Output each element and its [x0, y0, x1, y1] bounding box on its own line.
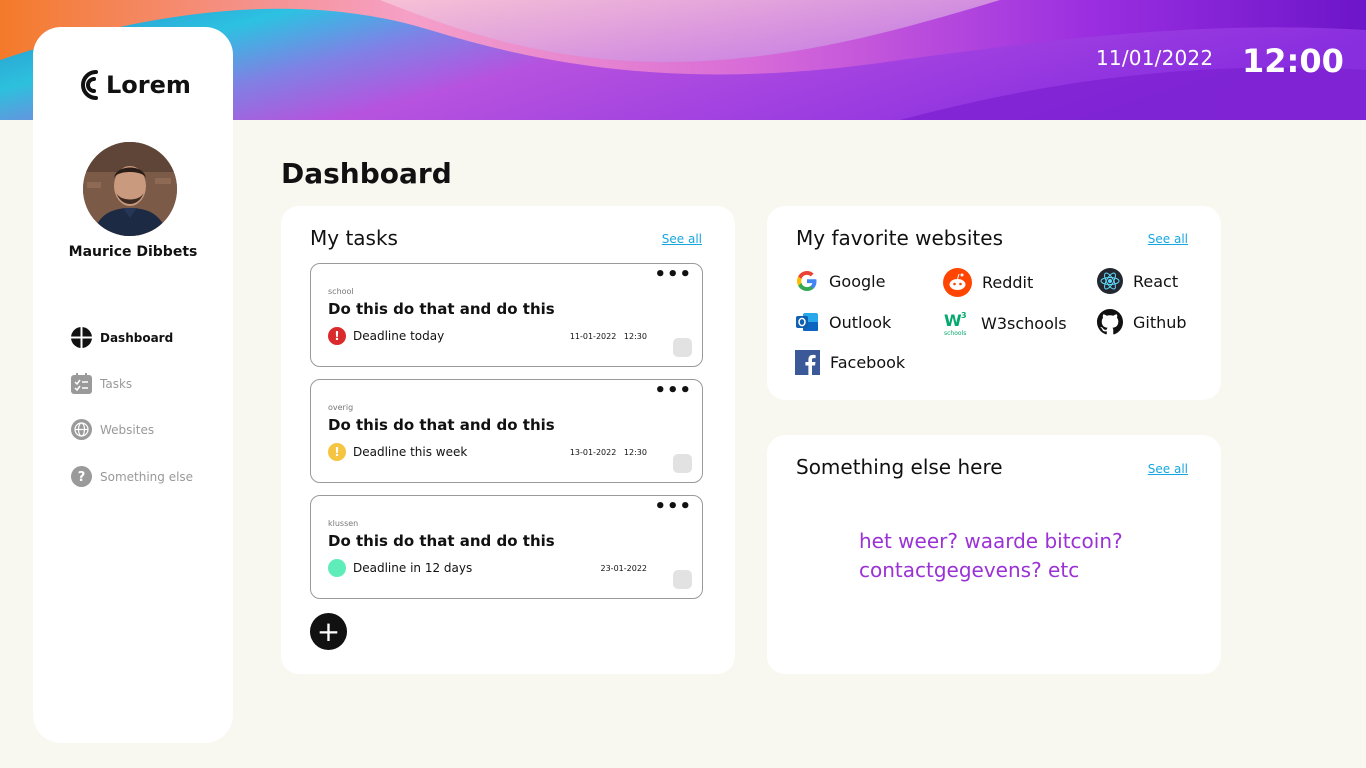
websites-see-all-link[interactable]: See all: [1148, 232, 1188, 246]
task-deadline: ! Deadline today: [328, 327, 444, 345]
alert-icon: !: [328, 327, 346, 345]
task-category: klussen: [328, 519, 359, 528]
svg-text:?: ?: [78, 470, 86, 485]
task-checkbox[interactable]: [673, 338, 692, 357]
page-title: Dashboard: [281, 157, 452, 190]
tasks-icon: [71, 373, 92, 394]
site-link-github[interactable]: Github: [1097, 309, 1187, 335]
websites-card: My favorite websites See all Google Redd…: [767, 206, 1221, 400]
task-checkbox[interactable]: [673, 570, 692, 589]
tasks-see-all-link[interactable]: See all: [662, 232, 702, 246]
task-title: Do this do that and do this: [328, 532, 555, 550]
nav-item-label: Something else: [100, 469, 194, 484]
nav-item-label: Websites: [100, 422, 155, 437]
brand-logo[interactable]: Lorem: [78, 68, 191, 102]
site-link-outlook[interactable]: Outlook: [795, 310, 891, 334]
site-link-facebook[interactable]: Facebook: [795, 350, 905, 375]
dashboard-icon: [71, 327, 92, 348]
w3schools-icon: W 3 schools: [944, 311, 967, 336]
task-deadline-label: Deadline in 12 days: [353, 561, 473, 575]
google-icon: [797, 271, 817, 291]
site-label: Google: [829, 271, 886, 291]
something-else-card-title: Something else here: [796, 455, 1003, 479]
task-deadline: Deadline in 12 days: [328, 559, 472, 577]
task-checkbox[interactable]: [673, 454, 692, 473]
outlook-icon: [796, 313, 818, 331]
nav-item-label: Tasks: [100, 376, 133, 391]
avatar-image: [83, 142, 177, 236]
nav-item-label: Dashboard: [100, 330, 174, 345]
nav-item-websites[interactable]: Websites: [71, 419, 154, 440]
task-due-date: 11-01-2022 12:30: [569, 332, 647, 341]
logo-icon: [81, 70, 98, 100]
task-due-date: 13-01-2022 12:30: [569, 448, 647, 457]
site-link-google[interactable]: Google: [795, 269, 885, 293]
websites-card-title: My favorite websites: [796, 226, 1004, 250]
github-icon: [1097, 309, 1123, 335]
task-title: Do this do that and do this: [328, 416, 555, 434]
tasks-card-title: My tasks: [310, 226, 398, 250]
site-link-reddit[interactable]: Reddit: [943, 268, 1033, 297]
tasks-card: My tasks See all school Do this do that …: [281, 206, 735, 674]
task-card[interactable]: school Do this do that and do this ! Dea…: [310, 263, 703, 367]
task-deadline-label: Deadline today: [353, 329, 445, 343]
reddit-icon: [943, 268, 972, 297]
add-task-button[interactable]: +: [310, 613, 347, 650]
nav-item-something-else[interactable]: ? Something else: [71, 466, 193, 487]
svg-text:3: 3: [961, 311, 967, 320]
more-options-icon[interactable]: •••: [654, 380, 692, 401]
warning-icon: !: [328, 443, 346, 461]
something-else-card: Something else here See all het weer? wa…: [767, 435, 1221, 674]
brand-name: Lorem: [106, 71, 191, 99]
svg-text:schools: schools: [944, 330, 966, 336]
task-card[interactable]: klussen Do this do that and do this Dead…: [310, 495, 703, 599]
svg-text:W: W: [944, 311, 962, 330]
more-options-icon[interactable]: •••: [654, 496, 692, 517]
more-options-icon[interactable]: •••: [654, 264, 692, 285]
current-time: 12:00: [1242, 42, 1344, 80]
site-label: Facebook: [830, 353, 906, 372]
site-label: React: [1133, 271, 1179, 291]
nav-item-tasks[interactable]: Tasks: [71, 373, 132, 394]
current-date: 11/01/2022: [1096, 46, 1214, 70]
task-card[interactable]: overig Do this do that and do this ! Dea…: [310, 379, 703, 483]
nav-item-dashboard[interactable]: Dashboard: [71, 327, 173, 348]
site-label: Outlook: [829, 312, 892, 332]
site-link-react[interactable]: React: [1097, 268, 1178, 294]
site-label: Github: [1133, 312, 1187, 332]
avatar[interactable]: [83, 142, 177, 236]
site-label: Reddit: [982, 273, 1034, 292]
globe-icon: [71, 419, 92, 440]
facebook-icon: [795, 350, 820, 375]
question-icon: ?: [71, 466, 92, 487]
sidebar: Lorem Maurice Dibbets Dashboard Tasks We…: [33, 27, 233, 743]
placeholder-text: het weer? waarde bitcoin? contactgegeven…: [859, 529, 1123, 582]
task-category: school: [328, 287, 354, 296]
task-category: overig: [328, 403, 354, 412]
site-link-w3schools[interactable]: W 3 schools W3schools: [943, 310, 1067, 336]
task-deadline-label: Deadline this week: [353, 445, 468, 459]
site-label: W3schools: [981, 313, 1067, 333]
user-name: Maurice Dibbets: [68, 244, 198, 260]
task-title: Do this do that and do this: [328, 300, 555, 318]
status-dot-icon: [328, 559, 346, 577]
task-deadline: ! Deadline this week: [328, 443, 467, 461]
task-due-date: 23-01-2022: [600, 564, 648, 573]
something-else-see-all-link[interactable]: See all: [1148, 462, 1188, 476]
react-icon: [1097, 268, 1123, 294]
